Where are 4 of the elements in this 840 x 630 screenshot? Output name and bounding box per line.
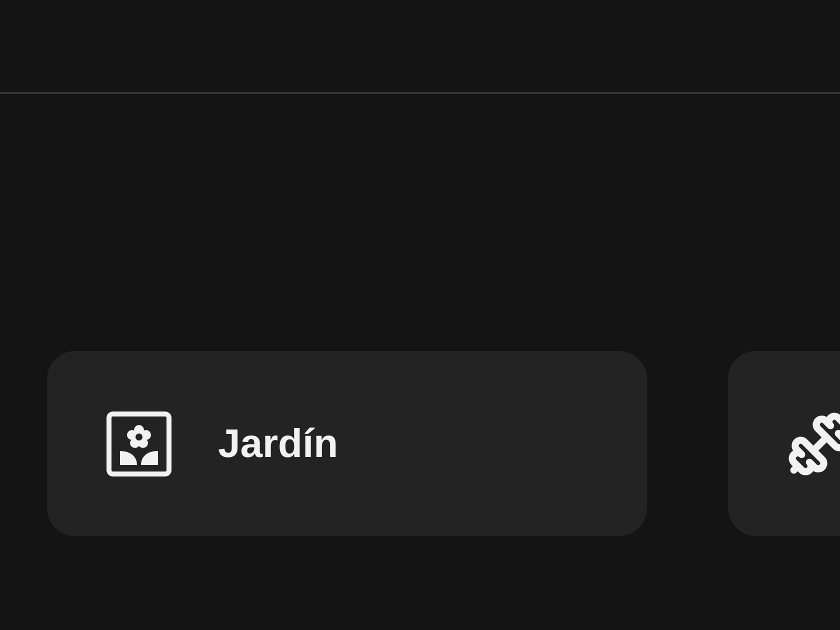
dumbbell-icon	[787, 410, 840, 476]
flower-frame-icon	[106, 410, 172, 476]
category-card[interactable]: Jardín	[47, 351, 647, 536]
card-label: Jardín	[218, 420, 338, 468]
